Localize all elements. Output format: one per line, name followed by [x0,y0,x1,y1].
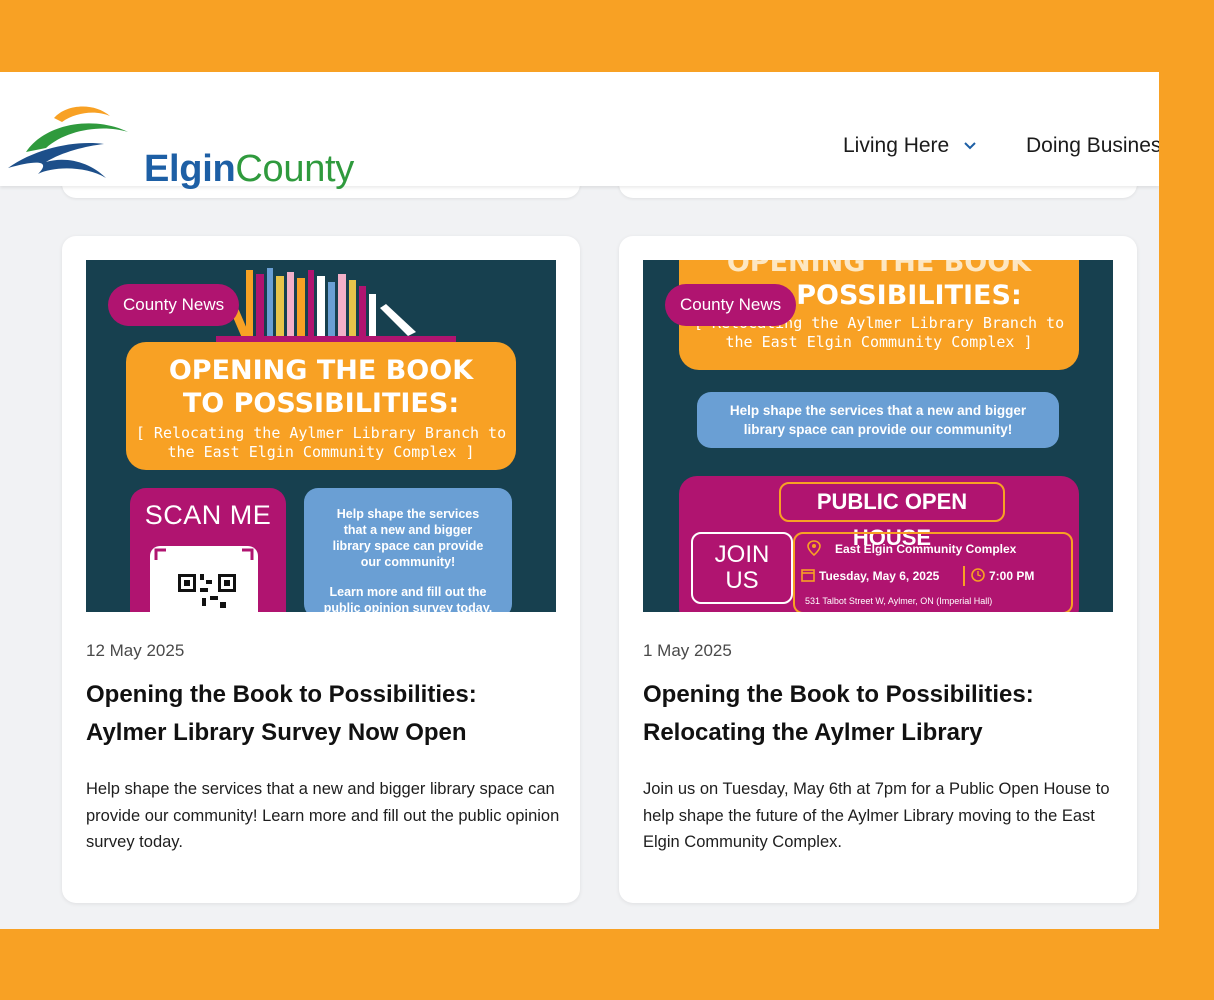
browser-viewport: ElginCounty Living Here Doing Busines Co… [0,72,1159,929]
scan-me-label: SCAN ME [144,500,272,530]
poster-heading-line1: OPENING THE BOOK [726,260,1032,278]
nav-living-here[interactable]: Living Here [843,134,977,158]
event-time: 7:00 PM [989,569,1035,583]
poster-sub-line1: [ Relocating the Aylmer Library Branch t… [135,424,507,442]
event-venue: East Elgin Community Complex [835,542,1017,556]
poster-sub-line2: the East Elgin Community Complex ] [167,443,475,461]
poster-sub-line2: the East Elgin Community Complex ] [725,333,1033,351]
qr-code-icon [150,546,258,612]
news-card[interactable]: County News OPENING THE BOOK TO POSSIBIL… [62,236,580,903]
location-pin-icon [807,540,821,556]
category-tag[interactable]: County News [108,284,240,326]
poster-info-line3: library space can provide [332,539,484,553]
poster-info-line2: that a new and bigger [343,523,473,537]
news-title[interactable]: Opening the Book to Possibilities: Aylme… [86,676,556,752]
news-date: 12 May 2025 [86,641,185,660]
clock-icon [971,568,985,582]
logo-wordmark: ElginCounty [144,150,354,188]
poster-heading-line1: OPENING THE BOOK [168,355,474,386]
poster-info-line5: Learn more and fill out the [329,585,487,599]
news-title[interactable]: Opening the Book to Possibilities: Reloc… [643,676,1113,752]
event-date: Tuesday, May 6, 2025 [819,569,940,583]
join-us-line2: US [725,567,759,594]
event-address: 531 Talbot Street W, Aylmer, ON (Imperia… [805,596,993,606]
news-card[interactable]: OPENING THE BOOK POSSIBILITIES: [ Reloca… [619,236,1137,903]
poster-info-panel: Help shape the services that a new and b… [304,488,512,612]
news-description: Help shape the services that a new and b… [86,780,560,851]
news-card-image[interactable]: County News OPENING THE BOOK TO POSSIBIL… [86,260,556,612]
logo-swoosh-icon [8,106,128,178]
news-description: Join us on Tuesday, May 6th at 7pm for a… [643,780,1110,851]
event-details-box: East Elgin Community Complex Tuesday, Ma… [793,532,1073,612]
join-us-line1: JOIN [714,541,770,568]
calendar-icon [801,569,815,582]
poster-info-panel: Help shape the services that a new and b… [697,392,1059,448]
poster-title-panel: OPENING THE BOOK TO POSSIBILITIES: [ Rel… [126,342,516,470]
chevron-down-icon [964,142,976,150]
logo-text-elgin: Elgin [144,148,236,190]
poster-info-line1: Help shape the services that a new and b… [729,403,1027,418]
scan-me-panel: SCAN ME [130,488,286,612]
open-house-panel: PUBLIC OPEN HOUSE JOIN US East Elgin Com… [679,476,1079,612]
open-house-heading: PUBLIC OPEN HOUSE [779,482,1005,550]
news-date: 1 May 2025 [643,641,732,660]
poster-info-line1: Help shape the services [336,507,480,521]
join-us-badge: JOIN US [691,532,793,604]
site-header: ElginCounty Living Here Doing Busines [0,72,1159,188]
event-divider [963,566,965,586]
elgin-county-logo[interactable]: ElginCounty [6,100,366,188]
nav-doing-business[interactable]: Doing Busines [1026,134,1159,158]
logo-text-county: County [235,148,354,190]
category-tag[interactable]: County News [665,284,797,326]
nav-living-here-label: Living Here [843,134,950,157]
poster-info-line4: our community! [360,555,456,569]
poster-info-line2: library space can provide our community! [743,422,1013,437]
news-card-image[interactable]: OPENING THE BOOK POSSIBILITIES: [ Reloca… [643,260,1113,612]
poster-heading-line2: TO POSSIBILITIES: [182,388,460,419]
poster-info-line6: public opinion survey today. [323,601,493,612]
